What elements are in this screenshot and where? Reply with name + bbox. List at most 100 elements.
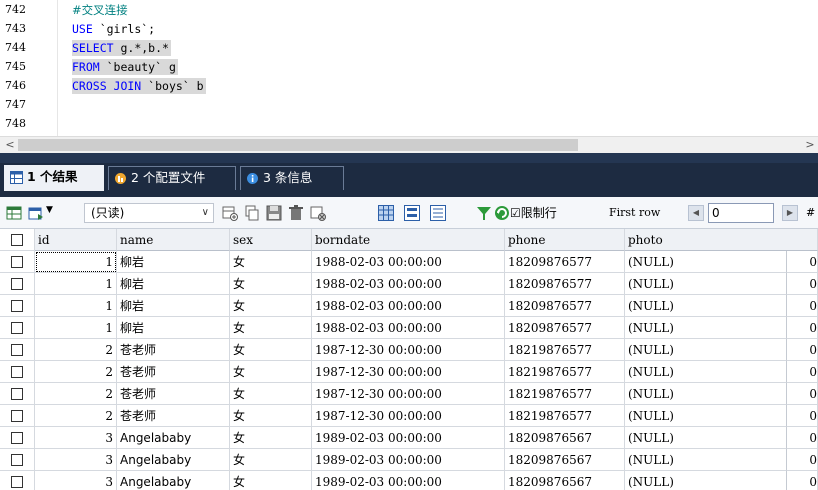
cell-id[interactable]: 2 (35, 383, 117, 405)
cell-extra[interactable]: 0 (786, 361, 818, 383)
cell-borndate[interactable]: 1989-02-03 00:00:00 (312, 427, 505, 449)
result-grid[interactable]: id name sex borndate phone photo 1 柳岩女 198… (0, 229, 818, 490)
cell-extra[interactable]: 0 (786, 405, 818, 427)
column-header-id[interactable]: id (35, 229, 117, 251)
cell-extra[interactable]: 0 (786, 273, 818, 295)
row-checkbox[interactable] (11, 300, 23, 312)
grid-view-icon[interactable] (6, 205, 22, 221)
readonly-select[interactable]: (只读) ∨ (84, 203, 214, 223)
cell-sex[interactable]: 女 (230, 361, 312, 383)
text-mode-icon[interactable] (430, 205, 446, 221)
select-all-header[interactable] (0, 229, 35, 251)
cell-name[interactable]: 苍老师 (117, 405, 230, 427)
cell-id[interactable]: 1 (35, 251, 117, 273)
row-selector[interactable] (0, 449, 35, 471)
select-all-checkbox[interactable] (11, 234, 23, 246)
cell-phone[interactable]: 18219876577 (505, 405, 625, 427)
row-selector[interactable] (0, 273, 35, 295)
save-icon[interactable] (266, 205, 282, 221)
cell-phone[interactable]: 18209876567 (505, 471, 625, 490)
scrollbar-thumb[interactable] (18, 139, 578, 151)
prev-page-button[interactable]: ◀ (688, 205, 704, 221)
cell-borndate[interactable]: 1987-12-30 00:00:00 (312, 339, 505, 361)
row-selector[interactable] (0, 317, 35, 339)
cell-extra[interactable]: 0 (786, 295, 818, 317)
cell-id[interactable]: 3 (35, 471, 117, 490)
cell-sex[interactable]: 女 (230, 383, 312, 405)
row-selector[interactable] (0, 251, 35, 273)
cell-extra[interactable]: 0 (786, 339, 818, 361)
first-row-input[interactable]: 0 (708, 203, 774, 223)
cell-borndate[interactable]: 1987-12-30 00:00:00 (312, 383, 505, 405)
scroll-right-arrow-icon[interactable]: > (802, 137, 818, 153)
column-header-borndate[interactable]: borndate (312, 229, 505, 251)
cell-id[interactable]: 3 (35, 449, 117, 471)
row-selector[interactable] (0, 471, 35, 490)
cell-name[interactable]: 柳岩 (117, 251, 230, 273)
cell-name[interactable]: 柳岩 (117, 317, 230, 339)
form-mode-icon[interactable] (404, 205, 420, 221)
cell-id[interactable]: 1 (35, 317, 117, 339)
row-checkbox[interactable] (11, 366, 23, 378)
cell-borndate[interactable]: 1988-02-03 00:00:00 (312, 317, 505, 339)
column-header-phone[interactable]: phone (505, 229, 625, 251)
cell-borndate[interactable]: 1988-02-03 00:00:00 (312, 251, 505, 273)
cell-sex[interactable]: 女 (230, 339, 312, 361)
cell-id[interactable]: 2 (35, 405, 117, 427)
cell-name[interactable]: 苍老师 (117, 361, 230, 383)
editor-horizontal-scrollbar[interactable]: < > (0, 136, 818, 153)
tab-messages[interactable]: 3 条信息 (240, 166, 344, 190)
row-selector[interactable] (0, 427, 35, 449)
tab-profile[interactable]: 2 个配置文件 (108, 166, 236, 190)
cell-id[interactable]: 2 (35, 339, 117, 361)
row-checkbox[interactable] (11, 454, 23, 466)
cell-phone[interactable]: 18219876577 (505, 339, 625, 361)
refresh-icon[interactable] (494, 205, 510, 221)
cell-phone[interactable]: 18209876577 (505, 251, 625, 273)
cell-sex[interactable]: 女 (230, 449, 312, 471)
row-checkbox[interactable] (11, 388, 23, 400)
cell-sex[interactable]: 女 (230, 251, 312, 273)
cell-borndate[interactable]: 1989-02-03 00:00:00 (312, 471, 505, 490)
cell-borndate[interactable]: 1987-12-30 00:00:00 (312, 361, 505, 383)
column-header-photo[interactable]: photo (625, 229, 818, 251)
filter-icon[interactable] (476, 205, 492, 221)
cell-name[interactable]: Angelababy (117, 427, 230, 449)
row-selector[interactable] (0, 339, 35, 361)
cell-borndate[interactable]: 1988-02-03 00:00:00 (312, 295, 505, 317)
cancel-changes-icon[interactable] (310, 205, 326, 221)
cell-extra[interactable]: 0 (786, 471, 818, 490)
copy-row-icon[interactable] (244, 205, 260, 221)
row-checkbox[interactable] (11, 344, 23, 356)
sql-editor[interactable]: 742 743 744 745 746 747 748 #交叉连接 USE `g… (0, 0, 818, 138)
tab-results[interactable]: 1 个结果 (4, 165, 104, 191)
row-selector[interactable] (0, 383, 35, 405)
cell-extra[interactable]: 0 (786, 383, 818, 405)
cell-sex[interactable]: 女 (230, 427, 312, 449)
cell-sex[interactable]: 女 (230, 273, 312, 295)
cell-name[interactable]: 苍老师 (117, 383, 230, 405)
cell-name[interactable]: 柳岩 (117, 295, 230, 317)
cell-phone[interactable]: 18209876577 (505, 317, 625, 339)
cell-phone[interactable]: 18219876577 (505, 361, 625, 383)
scroll-left-arrow-icon[interactable]: < (2, 137, 18, 153)
cell-extra[interactable]: 0 (786, 317, 818, 339)
row-selector[interactable] (0, 295, 35, 317)
export-icon[interactable] (28, 205, 44, 221)
row-checkbox[interactable] (11, 410, 23, 422)
row-checkbox[interactable] (11, 256, 23, 268)
export-dropdown-icon[interactable]: ▼ (46, 205, 53, 215)
column-header-sex[interactable]: sex (230, 229, 312, 251)
delete-icon[interactable] (288, 205, 304, 221)
cell-extra[interactable]: 0 (786, 427, 818, 449)
cell-id[interactable]: 1 (35, 273, 117, 295)
cell-sex[interactable]: 女 (230, 295, 312, 317)
row-checkbox[interactable] (11, 322, 23, 334)
row-checkbox[interactable] (11, 278, 23, 290)
cell-phone[interactable]: 18209876567 (505, 427, 625, 449)
add-row-icon[interactable] (222, 205, 238, 221)
cell-name[interactable]: 苍老师 (117, 339, 230, 361)
cell-id[interactable]: 2 (35, 361, 117, 383)
column-header-name[interactable]: name (117, 229, 230, 251)
cell-borndate[interactable]: 1989-02-03 00:00:00 (312, 449, 505, 471)
